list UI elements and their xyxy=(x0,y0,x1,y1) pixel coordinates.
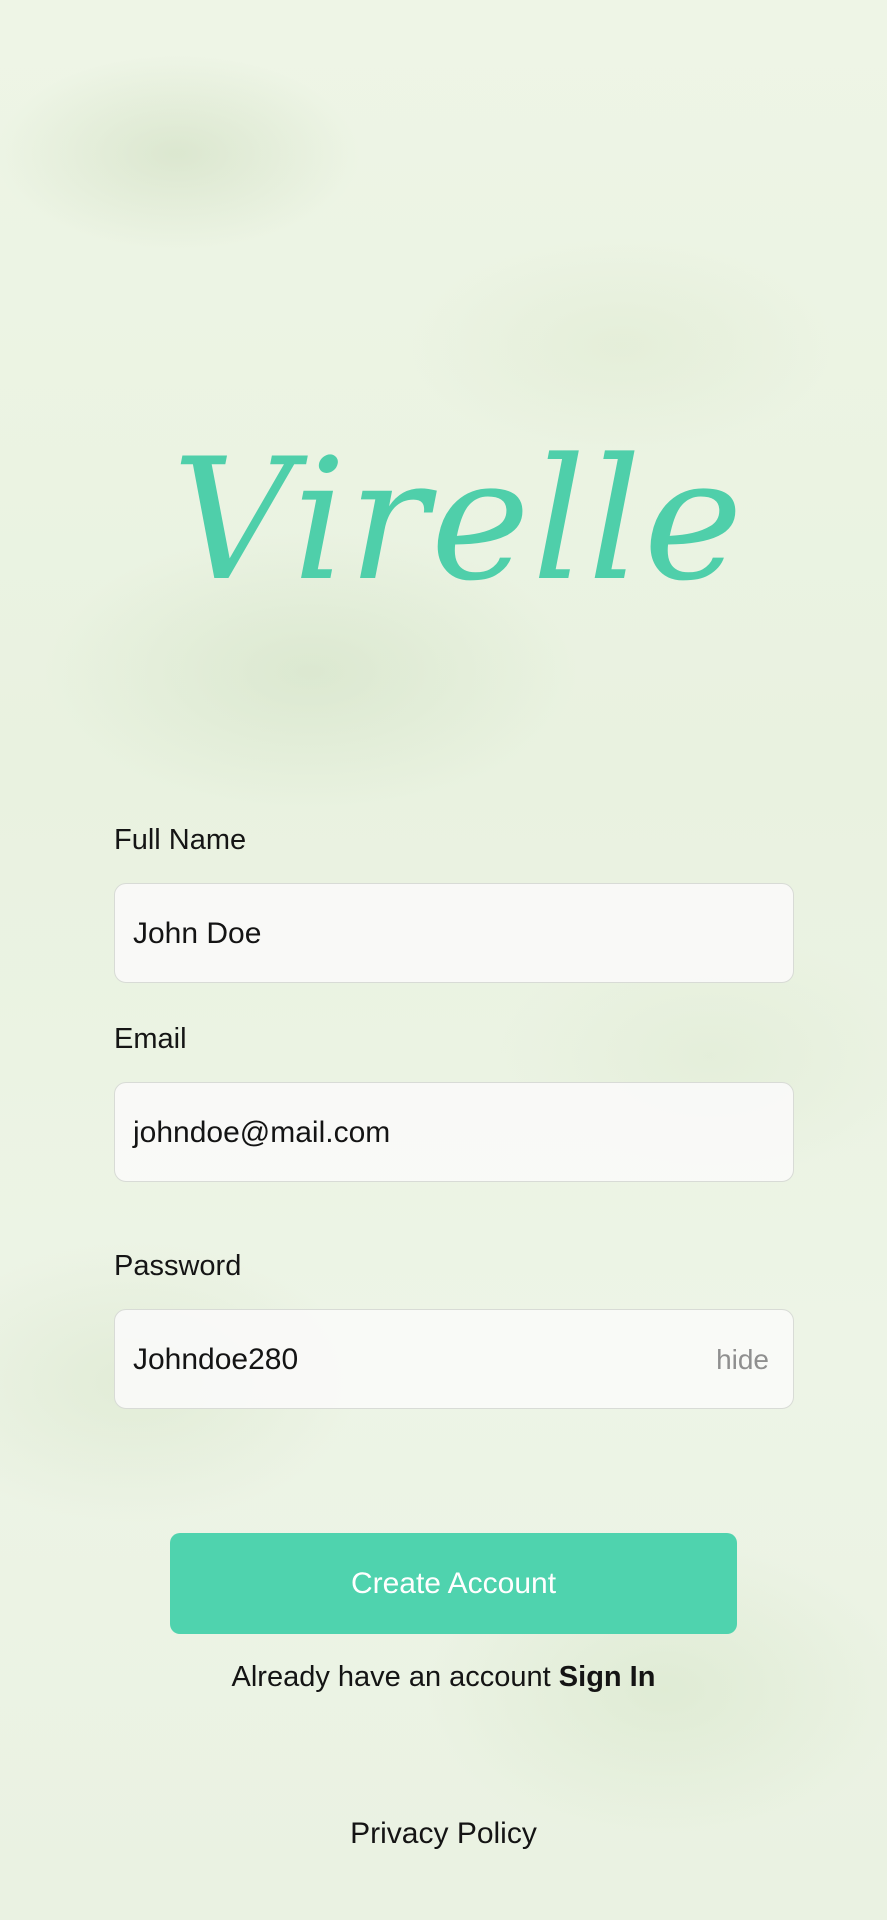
signin-link[interactable]: Sign In xyxy=(559,1661,656,1693)
password-label: Password xyxy=(114,1250,242,1282)
signin-prompt-row: Already have an account Sign In xyxy=(0,1657,887,1697)
email-value: johndoe@mail.com xyxy=(133,1116,391,1149)
email-label: Email xyxy=(114,1023,187,1055)
app-logo: Virelle xyxy=(172,422,745,618)
full-name-field[interactable]: John Doe xyxy=(114,883,794,983)
password-field[interactable]: Johndoe280 hide xyxy=(114,1309,794,1409)
email-field[interactable]: johndoe@mail.com xyxy=(114,1082,794,1182)
full-name-value: John Doe xyxy=(133,917,262,950)
privacy-policy-link[interactable]: Privacy Policy xyxy=(0,1814,887,1854)
password-visibility-toggle[interactable]: hide xyxy=(716,1310,769,1410)
full-name-label: Full Name xyxy=(114,824,247,856)
signin-prompt-text: Already have an account xyxy=(231,1661,551,1693)
create-account-button[interactable]: Create Account xyxy=(170,1533,737,1634)
password-value: Johndoe280 xyxy=(133,1343,299,1376)
